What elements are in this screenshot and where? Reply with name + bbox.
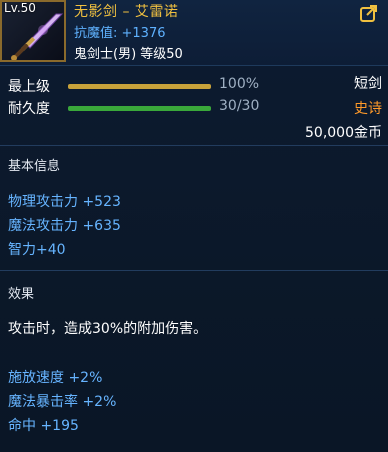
magic-resist-value: 抗魔值: +1376: [74, 26, 166, 41]
item-name: 无影剑 – 艾雷诺: [74, 4, 179, 20]
grade-value: 100%: [219, 76, 260, 92]
durability-label: 耐久度: [8, 101, 50, 117]
stat-magic-crit: 魔法暴击率 +2%: [8, 394, 117, 410]
item-header: Lv.50 无影剑 – 艾雷诺 抗魔值: +1376 鬼剑士(男) 等级50: [0, 0, 388, 66]
sword-icon: [11, 13, 64, 60]
effect-description: 攻击时，造成30%的附加伤害。: [8, 321, 208, 337]
basic-info-title: 基本信息: [8, 159, 61, 174]
effects-title: 效果: [8, 287, 35, 302]
item-level: Lv.50: [4, 1, 36, 15]
item-tooltip: Lv.50 无影剑 – 艾雷诺 抗魔值: +1376 鬼剑士(男) 等级50 最…: [0, 0, 388, 452]
stat-hit-rate: 命中 +195: [8, 418, 79, 434]
stat-magic-attack: 魔法攻击力 +635: [8, 218, 121, 234]
durability-bar: [68, 106, 211, 111]
divider: [0, 145, 388, 146]
stat-intelligence: 智力+40: [8, 242, 66, 258]
share-icon[interactable]: [360, 4, 378, 22]
item-type: 短剑: [354, 76, 382, 92]
grade-bar-fill: [68, 84, 211, 89]
durability-bar-fill: [68, 106, 211, 111]
stat-cast-speed: 施放速度 +2%: [8, 370, 103, 386]
item-price: 50,000金币: [305, 125, 382, 141]
durability-value: 30/30: [219, 98, 260, 114]
class-level-requirement: 鬼剑士(男) 等级50: [74, 47, 183, 62]
grade-label: 最上级: [8, 79, 50, 95]
item-icon-frame: Lv.50: [0, 0, 66, 62]
divider: [0, 270, 388, 271]
item-rarity: 史诗: [354, 101, 382, 117]
grade-bar: [68, 84, 211, 89]
stat-physical-attack: 物理攻击力 +523: [8, 194, 121, 210]
